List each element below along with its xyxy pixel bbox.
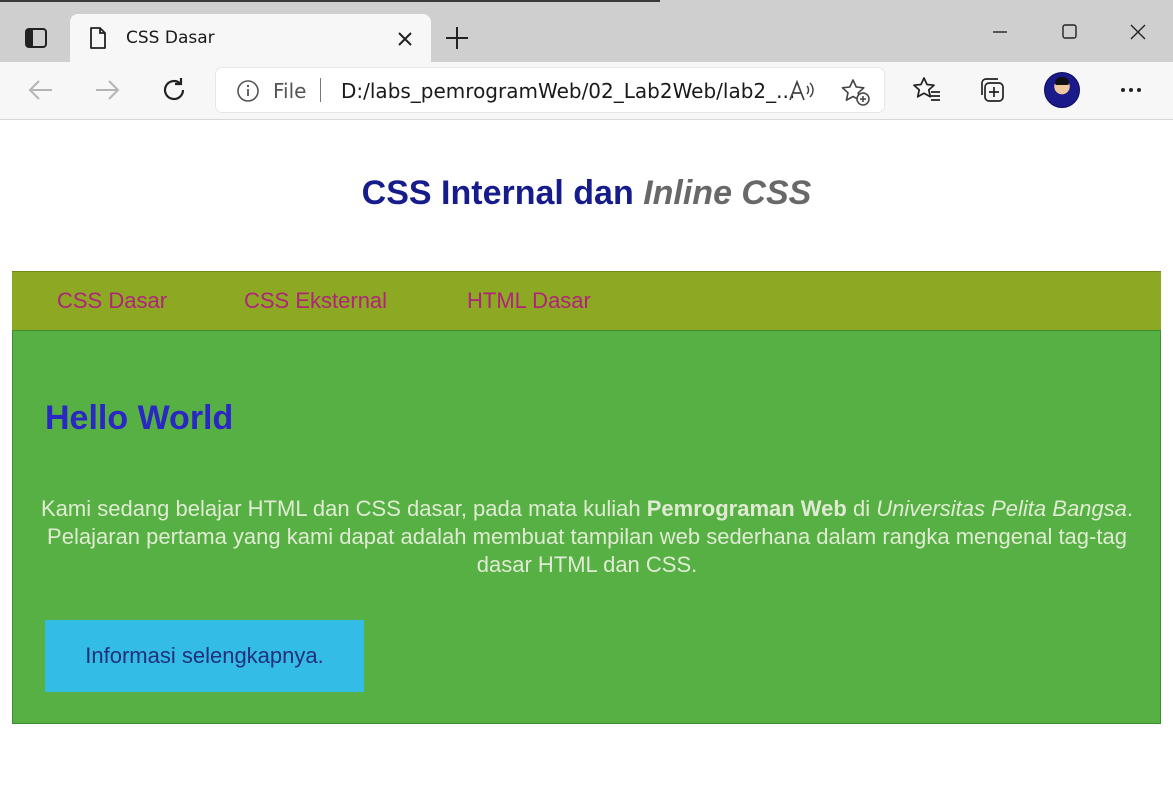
nav-link-html-dasar[interactable]: HTML Dasar — [467, 288, 591, 314]
add-favorite-icon[interactable] — [840, 78, 870, 106]
page-title-italic: Inline CSS — [643, 174, 812, 212]
window-close-icon[interactable] — [1124, 18, 1152, 46]
intro-text-1: Kami sedang belajar HTML dan CSS dasar, … — [40, 496, 647, 521]
nav-link-css-dasar[interactable]: CSS Dasar — [57, 288, 167, 314]
tab-actions-icon[interactable] — [18, 24, 54, 52]
read-aloud-icon[interactable] — [788, 78, 816, 104]
tab-title: CSS Dasar — [126, 28, 215, 48]
maximize-icon[interactable] — [1055, 18, 1083, 46]
arrow-right-icon[interactable] — [91, 74, 123, 106]
browser-tab[interactable]: CSS Dasar — [70, 14, 431, 62]
address-bar[interactable]: File D:/labs_pemrogramWeb/02_Lab2Web/lab… — [216, 68, 884, 112]
nav-link-css-eksternal[interactable]: CSS Eksternal — [244, 288, 387, 314]
tab-close-icon[interactable] — [394, 28, 416, 50]
collections-icon[interactable] — [977, 74, 1009, 106]
hello-heading: Hello World — [45, 399, 234, 437]
avatar[interactable] — [1044, 72, 1080, 108]
browser-toolbar: File D:/labs_pemrogramWeb/02_Lab2Web/lab… — [0, 62, 1173, 120]
arrow-left-icon[interactable] — [25, 74, 57, 106]
intro-text-2: di — [846, 496, 877, 521]
address-scheme-label: File — [273, 79, 307, 103]
new-tab-plus-icon[interactable] — [443, 24, 471, 52]
info-button[interactable]: Informasi selengkapnya. — [45, 620, 364, 692]
info-icon[interactable] — [236, 79, 260, 103]
page-title: CSS Internal dan Inline CSS — [0, 174, 1173, 213]
address-divider — [320, 78, 321, 102]
main-content: Hello World Kami sedang belajar HTML dan… — [12, 330, 1161, 724]
minimize-icon[interactable] — [986, 18, 1014, 46]
address-url[interactable]: D:/labs_pemrogramWeb/02_Lab2Web/lab2_... — [341, 79, 795, 103]
intro-paragraph: Kami sedang belajar HTML dan CSS dasar, … — [35, 495, 1139, 579]
page-title-normal: CSS Internal dan — [361, 174, 634, 212]
nav-bar: CSS Dasar CSS Eksternal HTML Dasar — [12, 271, 1161, 331]
refresh-icon[interactable] — [158, 74, 190, 106]
intro-italic: Universitas Pelita Bangsa — [876, 496, 1127, 521]
page-icon — [88, 26, 108, 55]
intro-bold: Pemrograman Web — [646, 496, 847, 521]
more-icon[interactable] — [1115, 74, 1147, 106]
titlebar-accent-line — [0, 0, 660, 2]
browser-titlebar: CSS Dasar — [0, 0, 1173, 62]
favorites-icon[interactable] — [911, 74, 943, 106]
